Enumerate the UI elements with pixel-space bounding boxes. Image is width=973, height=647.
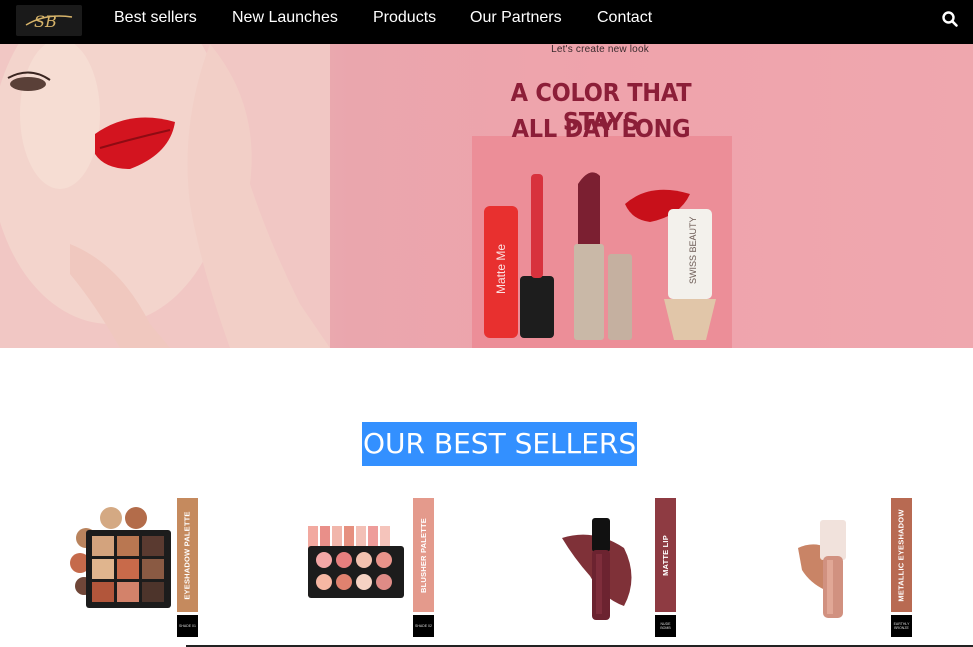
nav-contact[interactable]: Contact: [597, 9, 652, 27]
product-card-blusher-palette[interactable]: BLUSHER PALETTE SHADE 02: [302, 498, 502, 646]
product-tag: MATTE LIP: [655, 498, 676, 612]
nav-our-partners[interactable]: Our Partners: [470, 9, 562, 27]
eyeshadow-palette-image: [70, 507, 171, 608]
nav-best-sellers[interactable]: Best sellers: [114, 9, 197, 27]
svg-text:SB: SB: [34, 12, 57, 31]
product-tag: EYESHADOW PALETTE: [177, 498, 198, 612]
product-card-eyeshadow-palette[interactable]: EYESHADOW PALETTE SHADE 01: [66, 498, 266, 646]
navbar: SB Best sellers New Launches Products Ou…: [0, 0, 973, 44]
hero-banner[interactable]: Matte Me SWISS BEAUTY Let's create new l…: [0, 44, 973, 348]
product-shade: SHADE 01: [177, 615, 198, 637]
svg-text:SWISS BEAUTY: SWISS BEAUTY: [688, 216, 698, 284]
product-shade: NUDE BOMB: [655, 615, 676, 637]
product-card-metallic-eyeshadow[interactable]: METALLIC EYESHADOW EARTHLY BRONZE: [790, 498, 973, 646]
product-tag: BLUSHER PALETTE: [413, 498, 434, 612]
product-shade: SHADE 02: [413, 615, 434, 637]
product-tag: METALLIC EYESHADOW: [891, 498, 912, 612]
nav-new-launches[interactable]: New Launches: [232, 9, 338, 27]
metallic-eyeshadow-image: [798, 520, 846, 618]
product-card-matte-lip[interactable]: MATTE LIP NUDE BOMB: [554, 498, 754, 646]
nav-products[interactable]: Products: [373, 9, 436, 27]
matte-lip-image: [562, 518, 632, 620]
search-icon[interactable]: [941, 10, 959, 28]
hero-small-text: Let's create new look: [551, 44, 649, 55]
blusher-palette-image: [308, 526, 404, 598]
product-shade: EARTHLY BRONZE: [891, 615, 912, 637]
best-sellers-heading: OUR BEST SELLERS: [362, 422, 638, 466]
brand-logo[interactable]: SB: [16, 5, 82, 36]
svg-text:Matte Me: Matte Me: [494, 244, 508, 294]
hero-headline-2: ALL DAY LONG: [511, 114, 691, 143]
logo-mark-icon: SB: [16, 5, 82, 36]
